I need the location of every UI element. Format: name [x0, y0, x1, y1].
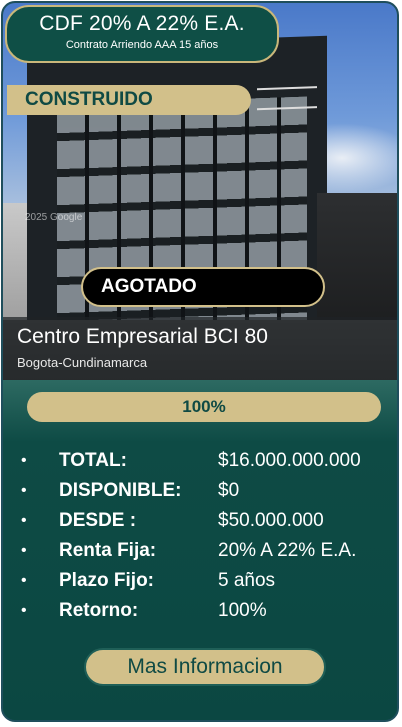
photo-watermark: 2025 Google	[25, 212, 83, 223]
bullet-icon: •	[21, 572, 27, 589]
bullet-icon: •	[21, 602, 27, 619]
status-badge: CONSTRUIDO	[7, 85, 251, 115]
detail-value: $16.000.000.000	[218, 450, 361, 471]
tower-windows	[57, 96, 307, 346]
bullet-icon: •	[21, 512, 27, 529]
details-list: • TOTAL: $16.000.000.000 • DISPONIBLE: $…	[21, 446, 397, 626]
detail-row-return: • Retorno: 100%	[21, 596, 397, 626]
detail-label: Renta Fija:	[59, 540, 157, 561]
detail-label: DESDE :	[59, 510, 137, 531]
project-location: Bogota-Cundinamarca	[17, 355, 148, 370]
project-name-strip: Centro Empresarial BCI 80 Bogota-Cundina…	[3, 317, 397, 380]
rate-title: CDF 20% A 22% E.A.	[39, 12, 245, 35]
detail-row-available: • DISPONIBLE: $0	[21, 476, 397, 506]
detail-value: $50.000.000	[218, 510, 324, 531]
more-info-button[interactable]: Mas Informacion	[84, 648, 326, 686]
project-card: 2025 Google CDF 20% A 22% E.A. Contrato …	[1, 1, 399, 722]
rate-subtitle: Contrato Arriendo AAA 15 años	[65, 39, 219, 51]
project-name: Centro Empresarial BCI 80	[17, 325, 268, 348]
detail-row-fixed-term: • Plazo Fijo: 5 años	[21, 566, 397, 596]
detail-value: $0	[218, 480, 240, 501]
detail-label: TOTAL:	[59, 450, 127, 471]
tower-balcony	[257, 86, 317, 111]
detail-label: DISPONIBLE:	[59, 480, 182, 501]
detail-row-from: • DESDE : $50.000.000	[21, 506, 397, 536]
info-panel: 100% • TOTAL: $16.000.000.000 • DISPONIB…	[3, 380, 397, 720]
rate-banner: CDF 20% A 22% E.A. Contrato Arriendo AAA…	[5, 5, 279, 63]
bullet-icon: •	[21, 542, 27, 559]
detail-value: 100%	[218, 600, 267, 621]
detail-value: 20% A 22% E.A.	[218, 540, 357, 561]
sold-out-badge: AGOTADO	[81, 267, 325, 307]
detail-row-fixed-rent: • Renta Fija: 20% A 22% E.A.	[21, 536, 397, 566]
detail-label: Plazo Fijo:	[59, 570, 154, 591]
detail-value: 5 años	[218, 570, 276, 591]
bullet-icon: •	[21, 482, 27, 499]
bullet-icon: •	[21, 452, 27, 469]
detail-row-total: • TOTAL: $16.000.000.000	[21, 446, 397, 476]
detail-label: Retorno:	[59, 600, 139, 621]
progress-bar: 100%	[27, 392, 381, 422]
